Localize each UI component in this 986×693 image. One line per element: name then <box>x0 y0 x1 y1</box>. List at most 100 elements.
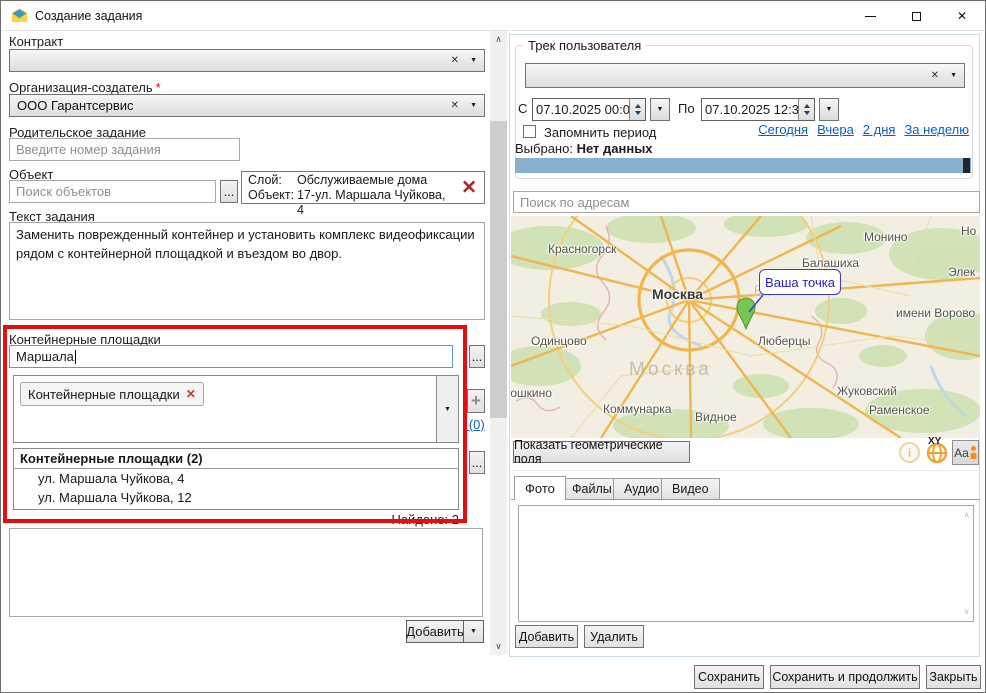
city-label: Одинцово <box>531 334 587 348</box>
app-icon <box>11 8 28 24</box>
results-header: Контейнерные площадки (2) <box>14 449 458 469</box>
your-point-callout[interactable]: Ваша точка <box>759 269 841 295</box>
layer-value: Обслуживаемые дома <box>297 173 427 188</box>
layer-filter-chip[interactable]: Контейнерные площадки ✕ <box>20 382 204 406</box>
layer-key: Слой: <box>248 173 297 188</box>
organization-combobox[interactable]: ООО Гарантсервис ✕ ▼ <box>9 94 485 117</box>
link-week[interactable]: За неделю <box>904 122 969 137</box>
selected-sites-listbox[interactable] <box>9 528 483 617</box>
organization-value: ООО Гарантсервис <box>17 98 134 113</box>
save-button[interactable]: Сохранить <box>694 665 764 689</box>
remember-period-label: Запомнить период <box>544 125 656 140</box>
sites-browse-button[interactable]: ... <box>469 345 485 368</box>
date-from-label: С <box>518 101 527 116</box>
spin-up-icon <box>804 104 810 108</box>
scroll-up-icon[interactable]: ∧ <box>490 31 507 48</box>
scroll-down-icon[interactable]: ∨ <box>963 606 970 617</box>
object-browse-button[interactable]: ... <box>220 180 238 203</box>
add-site-plus-button[interactable]: + <box>467 389 485 413</box>
search-results-panel: Контейнерные площадки (2) ул. Маршала Чу… <box>13 448 459 510</box>
address-search-input[interactable]: Поиск по адресам <box>513 191 980 213</box>
date-to-calendar-button[interactable]: ▼ <box>819 98 839 121</box>
city-label: Балашиха <box>802 256 859 270</box>
result-item[interactable]: ул. Маршала Чуйкова, 4 <box>14 469 458 488</box>
chevron-down-icon[interactable]: ▼ <box>470 102 477 109</box>
city-label: Жуковский <box>837 384 897 398</box>
clear-icon[interactable]: ✕ <box>931 70 939 81</box>
link-today[interactable]: Сегодня <box>758 122 808 137</box>
required-mark: * <box>156 80 161 95</box>
container-sites-search-input[interactable]: Маршала <box>9 345 453 368</box>
selected-track-value: Нет данных <box>577 141 653 156</box>
clear-icon[interactable]: ✕ <box>451 100 459 111</box>
link-2days[interactable]: 2 дня <box>863 122 896 137</box>
spin-up-icon <box>635 104 641 108</box>
chevron-down-icon[interactable]: ▼ <box>950 72 957 79</box>
tab-photo[interactable]: Фото <box>514 476 566 500</box>
minimize-button[interactable] <box>847 1 893 31</box>
city-label: Коммунарка <box>603 402 671 416</box>
scroll-up-icon[interactable]: ∧ <box>963 510 970 521</box>
selected-count-link[interactable]: е (0) <box>465 417 485 432</box>
city-label: Красногорск <box>548 242 616 256</box>
contract-combobox[interactable]: ✕▼ <box>9 49 485 72</box>
object-key: Объект: <box>248 188 297 218</box>
filter-dropdown-button[interactable]: ▼ <box>436 376 458 442</box>
photo-listbox[interactable]: ∧ ∨ <box>518 505 974 622</box>
add-button[interactable]: Добавить <box>407 621 463 642</box>
clear-icon[interactable]: ✕ <box>451 55 459 66</box>
date-from-calendar-button[interactable]: ▼ <box>650 98 670 121</box>
track-range-slider[interactable] <box>515 158 971 173</box>
labels-toggle-button[interactable]: Aa <box>952 440 979 465</box>
date-to-label: По <box>678 101 695 116</box>
chevron-down-icon: ▼ <box>826 106 833 113</box>
chip-remove-icon[interactable]: ✕ <box>186 387 196 401</box>
map-view[interactable]: Красногорск Монино Но Балашиха Элек Моск… <box>511 216 980 438</box>
date-from-picker[interactable]: 07.10.2025 00:00 ▼ <box>532 98 670 121</box>
create-task-window: Создание задания ✕ Контракт ✕▼ Организац… <box>0 0 986 693</box>
task-text-area[interactable]: Заменить поврежденный контейнер и устано… <box>9 222 485 320</box>
remove-object-icon[interactable]: ✕ <box>461 178 477 197</box>
scroll-down-icon[interactable]: ∨ <box>490 638 507 655</box>
attachment-add-button[interactable]: Добавить <box>515 625 578 648</box>
maximize-button[interactable] <box>893 1 939 31</box>
add-dropdown-arrow[interactable]: ▼ <box>463 621 483 642</box>
contract-label: Контракт <box>9 34 63 49</box>
remember-period-checkbox[interactable] <box>523 125 536 138</box>
close-form-button[interactable]: Закрыть <box>926 665 981 689</box>
scrollbar-thumb[interactable] <box>490 121 507 418</box>
form-scrollbar[interactable]: ∧ ∨ <box>490 31 507 655</box>
date-from-spinner[interactable] <box>629 99 645 120</box>
date-to-value[interactable]: 07.10.2025 12:34 <box>702 99 798 120</box>
city-label: Но <box>961 224 976 238</box>
spin-down-icon <box>635 111 641 115</box>
selected-track-label: Выбрано: Нет данных <box>515 141 653 156</box>
maximize-icon <box>912 12 921 21</box>
chevron-down-icon[interactable]: ▼ <box>470 57 477 64</box>
coordinates-globe-icon[interactable]: XY <box>924 439 950 465</box>
object-search-input[interactable]: Поиск объектов <box>9 180 216 203</box>
organization-label: Организация-создатель* <box>9 80 161 95</box>
show-geometry-button[interactable]: Показать геометрические поля <box>513 441 690 463</box>
close-button[interactable]: ✕ <box>939 1 985 31</box>
layer-filter-dropdown[interactable]: Контейнерные площадки ✕ ▼ <box>13 375 459 443</box>
divider <box>511 470 980 471</box>
user-track-combobox[interactable]: ✕▼ <box>525 63 965 88</box>
spin-down-icon <box>804 111 810 115</box>
date-to-spinner[interactable] <box>798 99 814 120</box>
result-item[interactable]: ул. Маршала Чуйкова, 12 <box>14 488 458 507</box>
slider-handle[interactable] <box>963 158 970 173</box>
attachment-delete-button[interactable]: Удалить <box>584 625 644 648</box>
sites-browse-button-2[interactable]: ... <box>469 451 485 474</box>
parent-task-input[interactable]: Введите номер задания <box>9 138 240 161</box>
date-from-value[interactable]: 07.10.2025 00:00 <box>533 99 629 120</box>
city-label: Монино <box>864 230 907 244</box>
region-label: Москва <box>629 359 712 381</box>
add-split-button[interactable]: Добавить ▼ <box>406 620 484 643</box>
link-yesterday[interactable]: Вчера <box>817 122 854 137</box>
date-to-picker[interactable]: 07.10.2025 12:34 ▼ <box>701 98 839 121</box>
tab-video[interactable]: Видео <box>661 478 720 499</box>
city-label: Элек <box>948 265 975 279</box>
save-continue-button[interactable]: Сохранить и продолжить <box>770 665 920 689</box>
info-icon[interactable]: i <box>899 442 920 463</box>
